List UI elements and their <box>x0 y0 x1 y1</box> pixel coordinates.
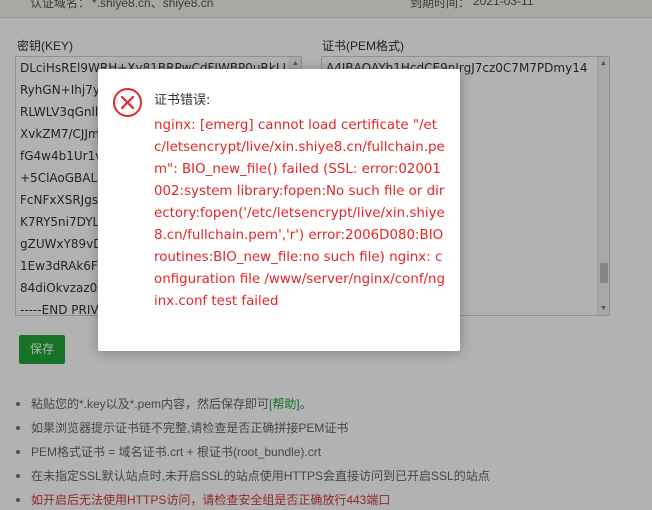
dialog-title: 证书错误: <box>154 93 211 108</box>
dialog-error-text: nginx: [emerg] cannot load certificate "… <box>154 118 446 309</box>
error-x-icon <box>113 88 142 117</box>
dialog-message-area: 证书错误: nginx: [emerg] cannot load certifi… <box>154 92 446 313</box>
error-dialog: 证书错误: nginx: [emerg] cannot load certifi… <box>98 69 460 351</box>
